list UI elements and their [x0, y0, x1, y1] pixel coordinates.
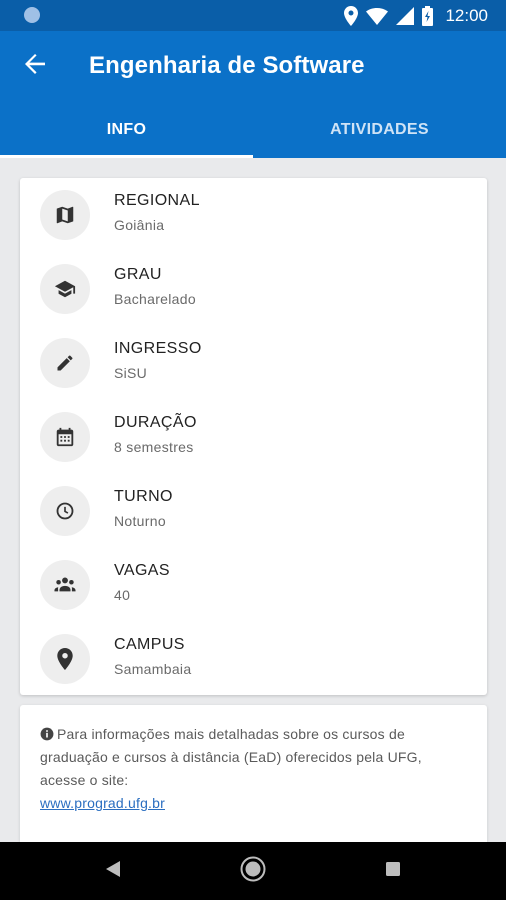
tab-indicator [0, 155, 253, 158]
prograd-link[interactable]: www.prograd.ufg.br [40, 795, 165, 811]
system-nav-bar [0, 842, 506, 900]
info-label: GRAU [114, 266, 162, 283]
place-icon [40, 634, 90, 684]
info-value: 40 [114, 587, 131, 603]
info-value: 8 semestres [114, 439, 194, 455]
back-triangle-icon [105, 860, 121, 883]
info-icon [40, 727, 54, 741]
clock-icon [40, 486, 90, 536]
info-label: TURNO [114, 488, 173, 505]
pencil-icon [40, 338, 90, 388]
tab-bar: INFO ATIVIDADES [0, 111, 506, 158]
info-value: Samambaia [114, 661, 192, 677]
info-label: VAGAS [114, 562, 170, 579]
app-bar: Engenharia de Software INFO ATIVIDADES [0, 31, 506, 158]
recents-square-icon [385, 861, 401, 882]
home-circle-icon [240, 856, 266, 887]
status-time: 12:00 [445, 6, 488, 25]
info-note-card: Para informações mais detalhadas sobre o… [20, 705, 487, 842]
info-row-grau: GRAU Bacharelado [20, 252, 487, 326]
location-icon [344, 6, 359, 26]
info-value: Goiânia [114, 217, 165, 233]
info-label: REGIONAL [114, 192, 200, 209]
info-row-turno: TURNO Noturno [20, 474, 487, 548]
info-row-campus: CAMPUS Samambaia [20, 622, 487, 696]
info-value: Bacharelado [114, 291, 196, 307]
info-label: DURAÇÃO [114, 414, 197, 431]
notification-dot-icon [24, 7, 40, 23]
arrow-back-icon [24, 53, 46, 80]
info-value: Noturno [114, 513, 166, 529]
battery-icon [422, 6, 434, 26]
calendar-icon [40, 412, 90, 462]
page-title: Engenharia de Software [89, 52, 365, 79]
info-row-regional: REGIONAL Goiânia [20, 178, 487, 252]
tab-info[interactable]: INFO [0, 111, 253, 158]
info-note: Para informações mais detalhadas sobre o… [40, 723, 470, 815]
graduation-cap-icon [40, 264, 90, 314]
nav-back-button[interactable] [100, 858, 126, 884]
info-label: CAMPUS [114, 636, 185, 653]
status-bar: 12:00 [0, 0, 506, 31]
info-row-ingresso: INGRESSO SiSU [20, 326, 487, 400]
tab-atividades[interactable]: ATIVIDADES [253, 111, 506, 158]
course-info-card: REGIONAL Goiânia GRAU Bacharelado INGRES… [20, 178, 487, 695]
note-text: Para informações mais detalhadas sobre o… [40, 726, 422, 788]
status-icons: 12:00 [344, 4, 488, 28]
group-icon [40, 560, 90, 610]
nav-recents-button[interactable] [380, 858, 406, 884]
info-row-vagas: VAGAS 40 [20, 548, 487, 622]
info-value: SiSU [114, 365, 148, 381]
info-row-duracao: DURAÇÃO 8 semestres [20, 400, 487, 474]
info-label: INGRESSO [114, 340, 202, 357]
back-button[interactable] [20, 51, 50, 81]
wifi-icon [366, 7, 389, 25]
nav-home-button[interactable] [240, 856, 266, 887]
signal-icon [396, 7, 415, 25]
map-icon [40, 190, 90, 240]
